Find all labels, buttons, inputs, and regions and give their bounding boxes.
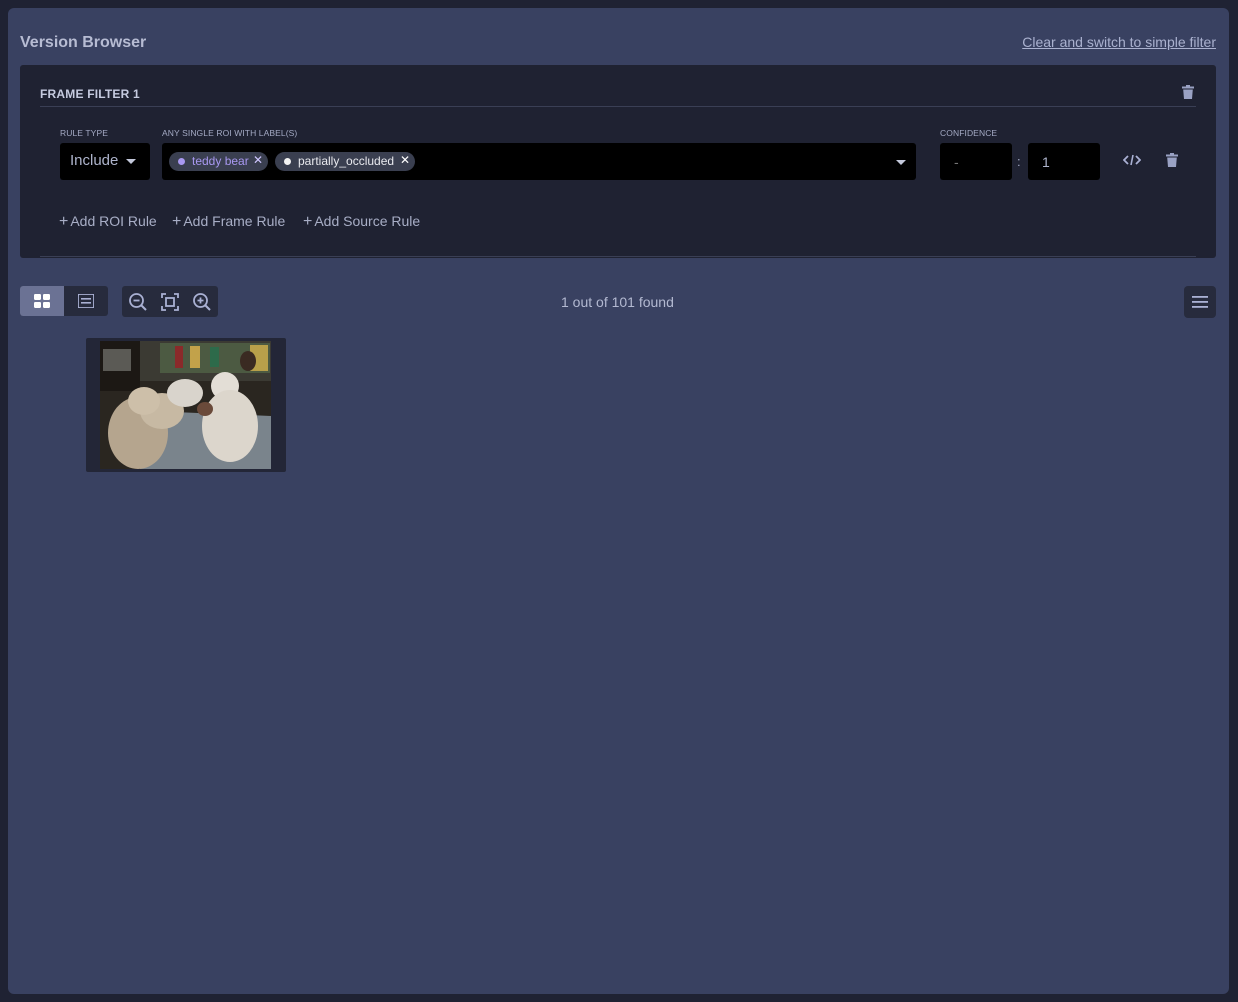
result-thumbnail-card[interactable] xyxy=(86,338,286,472)
clear-switch-simple-filter-link[interactable]: Clear and switch to simple filter xyxy=(1022,34,1216,50)
confidence-label: CONFIDENCE xyxy=(940,128,998,138)
plus-icon: + xyxy=(172,213,182,230)
label-color-dot xyxy=(178,158,185,165)
confidence-max-input[interactable] xyxy=(1028,143,1100,180)
remove-chip-icon[interactable]: ✕ xyxy=(400,153,410,167)
divider xyxy=(40,256,1196,257)
add-source-rule-button[interactable]: + Add Source Rule xyxy=(303,213,420,231)
label-chip-text: partially_occluded xyxy=(298,154,395,168)
add-roi-rule-button[interactable]: + Add ROI Rule xyxy=(59,213,157,231)
add-frame-rule-button[interactable]: + Add Frame Rule xyxy=(172,213,285,231)
fit-screen-icon[interactable] xyxy=(160,292,180,312)
hamburger-menu-icon xyxy=(1192,296,1208,308)
confidence-min-input[interactable] xyxy=(940,143,1012,180)
code-icon[interactable] xyxy=(1123,154,1141,166)
grid-view-button[interactable] xyxy=(20,286,64,316)
list-view-icon xyxy=(78,294,94,308)
label-chip-partially-occluded: partially_occluded ✕ xyxy=(275,152,415,171)
zoom-controls xyxy=(122,286,218,317)
label-color-dot xyxy=(284,158,291,165)
delete-rule-trash-icon[interactable] xyxy=(1166,153,1178,167)
filter-name: FRAME FILTER 1 xyxy=(40,87,140,101)
zoom-in-icon[interactable] xyxy=(192,292,212,312)
delete-filter-trash-icon[interactable] xyxy=(1182,85,1194,99)
rule-type-label: RULE TYPE xyxy=(60,128,108,138)
roi-labels-select[interactable]: teddy bear ✕ partially_occluded ✕ xyxy=(162,143,916,180)
roi-labels-label: ANY SINGLE ROI WITH LABEL(S) xyxy=(162,128,298,138)
remove-chip-icon[interactable]: ✕ xyxy=(253,153,263,167)
rule-type-select[interactable]: Include xyxy=(60,143,150,180)
list-view-button[interactable] xyxy=(64,286,108,316)
add-source-rule-label: Add Source Rule xyxy=(314,213,421,229)
grid-view-icon xyxy=(34,294,50,308)
zoom-out-icon[interactable] xyxy=(128,292,148,312)
plus-icon: + xyxy=(59,213,69,230)
teddy-bears-thumbnail-image xyxy=(100,341,271,469)
page-title: Version Browser xyxy=(20,34,147,51)
view-mode-toggle xyxy=(20,286,108,316)
label-chip-teddy-bear: teddy bear ✕ xyxy=(169,152,268,171)
chevron-down-icon xyxy=(126,159,136,164)
options-menu-button[interactable] xyxy=(1184,286,1216,318)
label-chip-text: teddy bear xyxy=(192,154,249,168)
add-frame-rule-label: Add Frame Rule xyxy=(183,213,286,229)
confidence-separator: : xyxy=(1017,154,1021,169)
plus-icon: + xyxy=(303,213,313,230)
result-count: 1 out of 101 found xyxy=(561,294,674,310)
version-browser-panel: Version Browser Clear and switch to simp… xyxy=(8,8,1229,994)
rule-type-value: Include xyxy=(70,152,119,169)
filter-header: FRAME FILTER 1 xyxy=(40,85,1196,107)
add-roi-rule-label: Add ROI Rule xyxy=(70,213,157,229)
chevron-down-icon[interactable] xyxy=(896,160,906,165)
frame-filter-card: FRAME FILTER 1 RULE TYPE Include ANY SIN… xyxy=(20,65,1216,258)
